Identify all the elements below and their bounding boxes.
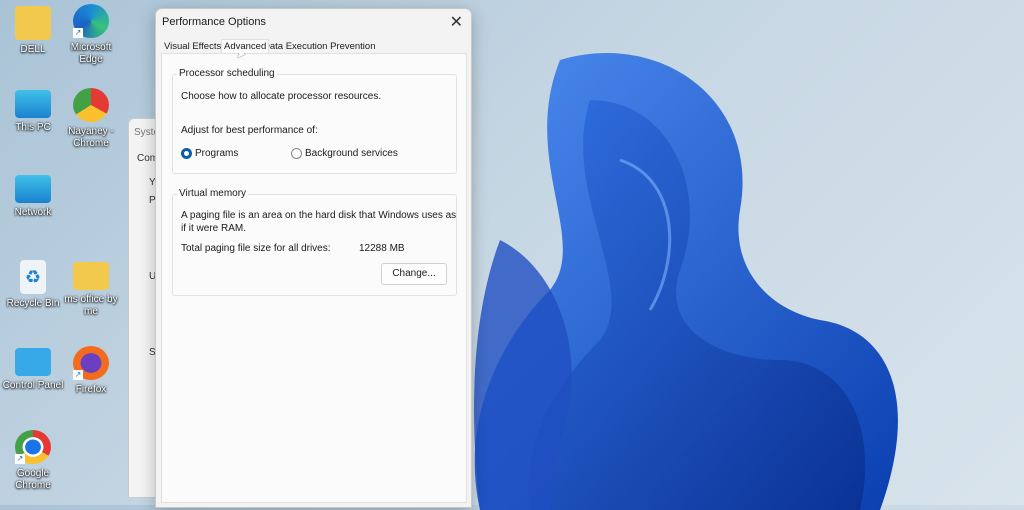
folder-icon	[73, 262, 109, 290]
background-services-label[interactable]: Background services	[305, 148, 398, 159]
desktop-icon-edge[interactable]: ↗ Microsoft Edge	[58, 4, 124, 66]
desktop-icon-network[interactable]: Network	[0, 175, 66, 219]
total-paging-value: 12288 MB	[359, 243, 405, 254]
desktop-icon-ms-office[interactable]: ms office by me	[58, 262, 124, 318]
desktop-icon-chrome-profile[interactable]: Nayaney - Chrome	[58, 88, 124, 150]
performance-options-dialog: Performance Options ✕ Visual Effects Adv…	[155, 8, 472, 508]
desktop-icon-control-panel[interactable]: Control Panel	[0, 348, 66, 392]
group-heading: Processor scheduling	[177, 68, 277, 79]
description-line-1: A paging file is an area on the hard dis…	[181, 210, 457, 221]
recycle-bin-icon: ♻	[20, 260, 46, 294]
total-paging-label: Total paging file size for all drives:	[181, 243, 331, 254]
description: Choose how to allocate processor resourc…	[181, 91, 382, 102]
desktop-icon-google-chrome[interactable]: ↗ Google Chrome	[0, 430, 66, 492]
folder-user-icon	[15, 6, 51, 40]
desktop-icon-recycle-bin[interactable]: ♻ Recycle Bin	[0, 260, 66, 310]
monitor-icon	[15, 90, 51, 118]
processor-scheduling-group: Processor scheduling Choose how to alloc…	[172, 68, 457, 174]
chrome-profile-icon	[73, 88, 109, 122]
programs-label[interactable]: Programs	[195, 148, 238, 159]
tab-panel-advanced: Processor scheduling Choose how to alloc…	[161, 53, 467, 503]
network-icon	[15, 175, 51, 203]
wallpaper-bloom	[474, 53, 898, 510]
dialog-title: Performance Options	[162, 16, 266, 28]
tab-advanced[interactable]: Advanced	[221, 39, 270, 53]
desktop-icon-dell[interactable]: DELL	[0, 6, 66, 56]
tab-visual-effects[interactable]: Visual Effects	[164, 41, 221, 52]
desktop-icon-this-pc[interactable]: This PC	[0, 90, 66, 134]
change-button[interactable]: Change...	[381, 263, 447, 285]
tab-data-execution-prevention[interactable]: Data Execution Prevention	[263, 41, 375, 52]
edge-icon: ↗	[73, 4, 109, 38]
firefox-icon: ↗	[73, 346, 109, 380]
programs-radio[interactable]	[181, 148, 192, 159]
virtual-memory-group: Virtual memory A paging file is an area …	[172, 188, 457, 296]
background-services-radio[interactable]	[291, 148, 302, 159]
control-panel-icon	[15, 348, 51, 376]
chrome-icon: ↗	[15, 430, 51, 464]
description-line-2: if it were RAM.	[181, 223, 247, 234]
group-heading: Virtual memory	[177, 188, 249, 199]
close-button[interactable]: ✕	[450, 12, 463, 32]
desktop-icon-firefox[interactable]: ↗ Firefox	[58, 346, 124, 396]
adjust-label: Adjust for best performance of:	[181, 125, 318, 136]
